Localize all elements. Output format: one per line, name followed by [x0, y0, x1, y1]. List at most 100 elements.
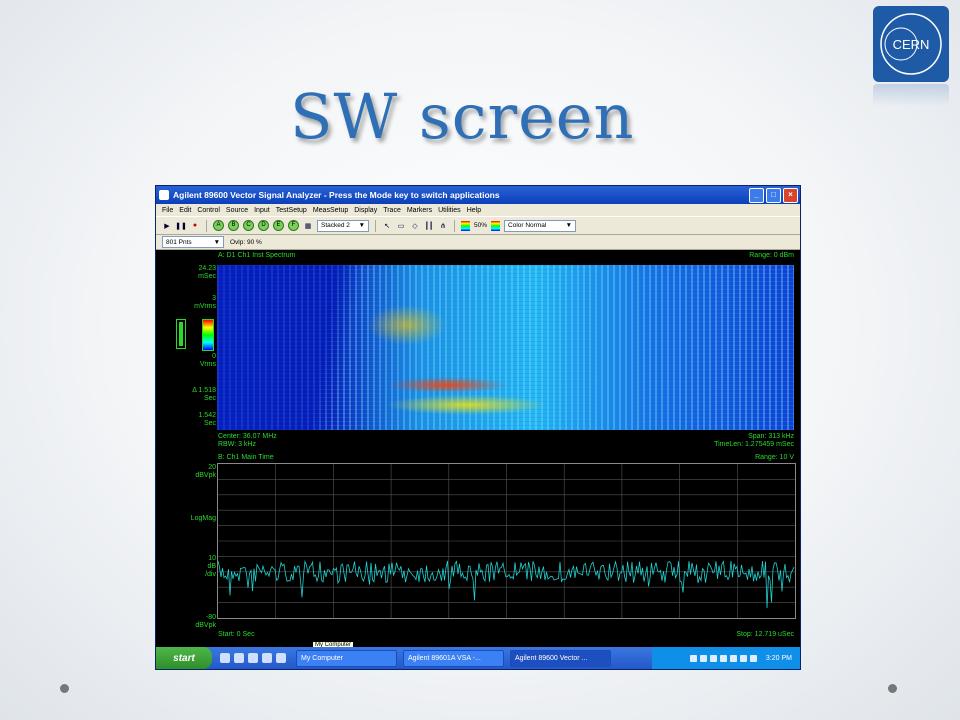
menu-file[interactable]: File — [162, 207, 173, 214]
quicklaunch-icon[interactable] — [234, 653, 244, 663]
trace-b-button[interactable]: B — [228, 220, 239, 231]
minimize-button[interactable]: _ — [749, 187, 764, 203]
color-select[interactable]: Color Normal ▼ — [504, 219, 577, 232]
record-icon[interactable]: ● — [190, 221, 200, 231]
color-palette-icon[interactable] — [491, 220, 501, 231]
trace-b-ylabel: -80 dBVpk — [195, 614, 216, 629]
menu-trace[interactable]: Trace — [383, 207, 401, 214]
peak-icon[interactable]: ⋔ — [438, 221, 448, 231]
title-bar[interactable]: Agilent 89600 Vector Signal Analyzer - P… — [156, 186, 800, 204]
trace-b-ylabel: 10 dB/div — [205, 555, 216, 578]
window-title: Agilent 89600 Vector Signal Analyzer - P… — [173, 190, 500, 200]
separator — [375, 219, 376, 232]
slide-title: SW screen — [290, 80, 635, 153]
trace-f-button[interactable]: F — [288, 220, 299, 231]
spectrogram-shading — [217, 265, 794, 430]
menu-control[interactable]: Control — [197, 207, 220, 214]
clock: 3:20 PM — [765, 654, 792, 662]
trace-b-ylabel: 20 dBVpk — [195, 464, 216, 479]
menu-bar: File Edit Control Source Input TestSetup… — [156, 204, 800, 216]
cern-logo: CERN — [873, 6, 949, 82]
trace-b-range: Range: 10 V — [755, 454, 794, 461]
trace-b-stop: Stop: 12.719 uSec — [736, 631, 794, 638]
percent-value: 50% — [474, 222, 488, 229]
menu-markers[interactable]: Markers — [407, 207, 432, 214]
layout-select-value: Stacked 2 — [321, 222, 350, 229]
trace-display: A: D1 Ch1 Inst Spectrum Range: 0 dBm 24.… — [156, 250, 800, 647]
trace-a-range: Range: 0 dBm — [749, 252, 794, 259]
trace-a-ylabel: 24.23 mSec — [198, 265, 216, 280]
close-button[interactable]: × — [783, 187, 798, 203]
menu-utilities[interactable]: Utilities — [438, 207, 461, 214]
trace-a-ylabel: 0 Vrms — [199, 353, 216, 368]
color-select-value: Color Normal — [508, 222, 547, 229]
start-button[interactable]: start — [156, 647, 212, 669]
overlap-value: Ovlp: 90 % — [230, 238, 262, 246]
marker-indicator — [176, 319, 186, 349]
tray-icon[interactable] — [689, 654, 697, 662]
menu-edit[interactable]: Edit — [179, 207, 191, 214]
quicklaunch-icon[interactable] — [220, 653, 230, 663]
color-scale-icon[interactable] — [461, 220, 470, 231]
trace-e-button[interactable]: E — [273, 220, 284, 231]
logo-reflection — [873, 84, 949, 106]
rect-zoom-icon[interactable]: ▭ — [396, 221, 406, 231]
tray-icon[interactable] — [729, 654, 737, 662]
tray-icon[interactable] — [749, 654, 757, 662]
menu-help[interactable]: Help — [467, 207, 481, 214]
cern-logo-icon: CERN — [880, 13, 942, 75]
separator — [206, 219, 207, 232]
tray-icon[interactable] — [699, 654, 707, 662]
quicklaunch-icon[interactable] — [262, 653, 272, 663]
pause-icon[interactable]: ❚❚ — [175, 221, 187, 231]
trace-a-center: Center: 36.07 MHz — [218, 433, 277, 440]
trace-b-header: B: Ch1 Main Time — [218, 454, 274, 461]
maximize-button[interactable]: □ — [766, 187, 781, 203]
secondary-toolbar: 801 Pnts ▼ Ovlp: 90 % — [156, 235, 800, 250]
pointer-icon[interactable]: ↖ — [382, 221, 392, 231]
trace-d-button[interactable]: D — [258, 220, 269, 231]
tray-icon[interactable] — [739, 654, 747, 662]
menu-display[interactable]: Display — [354, 207, 377, 214]
task-vsa-89600[interactable]: Agilent 89600 Vector ... — [510, 649, 611, 667]
color-scale-bar — [202, 319, 214, 351]
points-select-value: 801 Pnts — [166, 238, 192, 246]
layout-icon[interactable]: ▦ — [303, 221, 313, 231]
trace-a-rbw: RBW: 3 kHz — [218, 441, 256, 448]
quicklaunch-icon[interactable] — [248, 653, 258, 663]
menu-source[interactable]: Source — [226, 207, 248, 214]
time-plot[interactable] — [217, 463, 796, 619]
quicklaunch-icon[interactable] — [276, 653, 286, 663]
cern-logo-text: CERN — [893, 37, 930, 52]
vsa-window: Agilent 89600 Vector Signal Analyzer - P… — [155, 185, 801, 670]
trace-a-span: Span: 313 kHz — [748, 433, 794, 440]
tray-icon[interactable] — [709, 654, 717, 662]
trace-c-button[interactable]: C — [243, 220, 254, 231]
task-my-computer[interactable]: My Computer — [296, 649, 397, 667]
trace-b-start: Start: 0 Sec — [218, 631, 255, 638]
trace-a-timelen: TimeLen: 1.275459 mSec — [714, 441, 794, 448]
menu-testsetup[interactable]: TestSetup — [276, 207, 307, 214]
separator — [454, 219, 455, 232]
time-plot-svg — [218, 464, 795, 618]
system-tray: 3:20 PM — [652, 647, 800, 669]
taskbar: start My Computer Agilent 89601A VSA -..… — [156, 647, 800, 669]
marker-diamond-icon[interactable]: ◇ — [410, 221, 420, 231]
chevron-down-icon: ▼ — [565, 222, 573, 229]
trace-a-header: A: D1 Ch1 Inst Spectrum — [218, 252, 296, 259]
waveform-trace — [218, 559, 795, 609]
layout-select[interactable]: Stacked 2 ▼ — [317, 219, 369, 232]
points-select[interactable]: 801 Pnts ▼ — [162, 236, 224, 248]
task-vsa-89601a[interactable]: Agilent 89601A VSA -... — [403, 649, 504, 667]
menu-meassetup[interactable]: MeasSetup — [313, 207, 348, 214]
trace-a-button[interactable]: A — [213, 220, 224, 231]
app-icon — [159, 190, 169, 200]
play-icon[interactable]: ▶ — [162, 221, 172, 231]
tray-icon[interactable] — [719, 654, 727, 662]
menu-input[interactable]: Input — [254, 207, 270, 214]
main-toolbar: ▶ ❚❚ ● A B C D E F ▦ Stacked 2 ▼ ↖ ▭ ◇ ┃… — [156, 216, 800, 235]
bars-icon[interactable]: ┃┃ — [424, 221, 434, 231]
trace-a-ylabel: Δ 1.518 Sec — [192, 387, 216, 402]
trace-b-ylabel: LogMag — [190, 515, 216, 522]
chevron-down-icon: ▼ — [213, 238, 220, 246]
